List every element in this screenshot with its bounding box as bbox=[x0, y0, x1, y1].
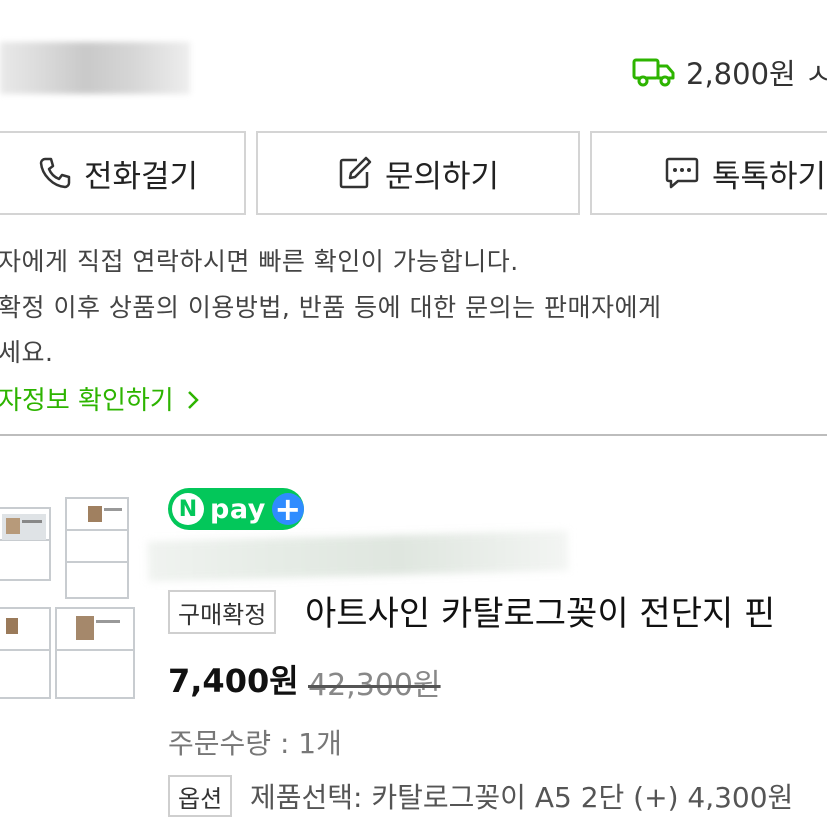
call-button-label: 전화걸기 bbox=[83, 158, 199, 195]
contact-notice-line-1: 자에게 직접 연락하시면 빠른 확인이 가능합니다. bbox=[0, 247, 519, 276]
original-price: 42,300원 bbox=[308, 668, 441, 703]
contact-notice-line-3: 세요. bbox=[0, 338, 54, 367]
talktalk-button[interactable]: 톡톡하기 bbox=[590, 131, 827, 215]
option-badge: 옵션 bbox=[168, 775, 233, 817]
talktalk-button-label: 톡톡하기 bbox=[712, 158, 827, 195]
product-thumbnail[interactable] bbox=[0, 490, 142, 710]
section-divider bbox=[0, 434, 827, 436]
naver-pay-plus-badge: N pay + bbox=[168, 488, 304, 530]
truck-icon bbox=[632, 58, 675, 87]
option-detail: 제품선택: 카탈로그꽂이 A5 2단 (+) 4,300원 bbox=[250, 781, 794, 814]
plus-icon: + bbox=[271, 493, 304, 525]
chevron-right-icon bbox=[188, 391, 199, 409]
contact-notice-line-2: 확정 이후 상품의 이용방법, 반품 등에 대한 문의는 판매자에게 bbox=[0, 293, 662, 322]
naver-n-logo: N bbox=[172, 493, 204, 525]
purchase-confirmed-badge: 구매확정 bbox=[168, 590, 277, 634]
edit-icon bbox=[339, 156, 372, 189]
call-button[interactable]: 전화걸기 bbox=[0, 131, 246, 215]
shipping-fee-text: 2,800원 ㅅ bbox=[686, 57, 827, 91]
shipping-fee: 2,800원 ㅅ bbox=[632, 52, 827, 92]
inquiry-button-label: 문의하기 bbox=[384, 158, 500, 195]
product-title[interactable]: 아트사인 카탈로그꽂이 전단지 핀 bbox=[305, 586, 775, 635]
npay-text: pay bbox=[210, 493, 266, 525]
order-quantity: 주문수량 : 1개 bbox=[168, 727, 342, 760]
sale-price: 7,400원 bbox=[168, 662, 299, 700]
blurred-store-name bbox=[147, 530, 569, 582]
blurred-seller-name bbox=[0, 42, 190, 94]
seller-info-link[interactable]: 자정보 확인하기 bbox=[0, 380, 200, 417]
phone-icon bbox=[39, 157, 71, 189]
inquiry-button[interactable]: 문의하기 bbox=[256, 131, 580, 215]
seller-info-link-label: 자정보 확인하기 bbox=[0, 386, 174, 416]
chat-bubble-icon bbox=[665, 157, 699, 189]
